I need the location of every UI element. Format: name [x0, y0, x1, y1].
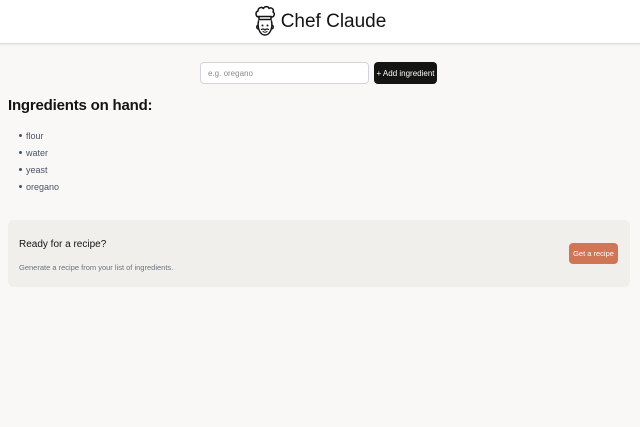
- chef-hat-face-icon: [255, 5, 275, 36]
- get-recipe-button[interactable]: Get a recipe: [569, 243, 618, 264]
- get-recipe-panel: Ready for a recipe? Generate a recipe fr…: [8, 220, 630, 287]
- ingredient-input[interactable]: [200, 62, 369, 84]
- bullet-icon: [19, 185, 22, 188]
- add-ingredient-form: + Add ingredient: [200, 62, 437, 84]
- bullet-icon: [19, 168, 22, 171]
- bullet-icon: [19, 151, 22, 154]
- list-item: yeast: [19, 161, 59, 178]
- ingredient-name: flour: [26, 130, 44, 141]
- ingredient-name: yeast: [26, 164, 48, 175]
- recipe-panel-title: Ready for a recipe?: [19, 239, 107, 250]
- app-header: Chef Claude: [0, 0, 640, 44]
- brand: Chef Claude: [254, 4, 387, 40]
- ingredient-list: flour water yeast oregano: [19, 127, 59, 195]
- ingredients-heading: Ingredients on hand:: [8, 97, 153, 114]
- list-item: oregano: [19, 178, 59, 195]
- app-title: Chef Claude: [280, 11, 387, 32]
- ingredient-name: oregano: [26, 181, 60, 192]
- list-item: flour: [19, 127, 59, 144]
- list-item: water: [19, 144, 59, 161]
- add-ingredient-button[interactable]: + Add ingredient: [374, 62, 437, 84]
- bullet-icon: [19, 134, 22, 137]
- ingredient-name: water: [26, 147, 49, 158]
- recipe-panel-description: Generate a recipe from your list of ingr…: [19, 263, 174, 272]
